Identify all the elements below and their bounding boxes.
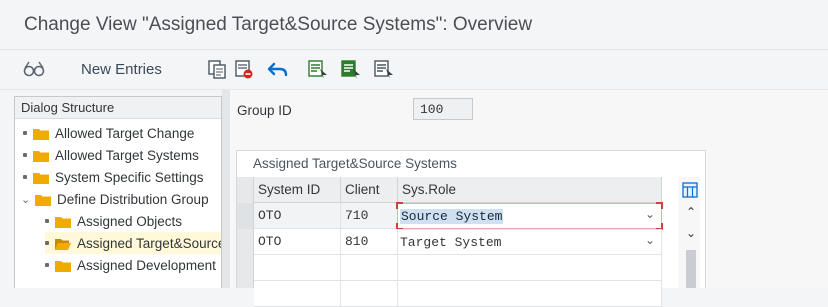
dialog-structure-header: Dialog Structure — [15, 97, 221, 119]
tree-item-define-distribution-group[interactable]: ⌄ Define Distribution Group — [21, 188, 221, 210]
column-header-client[interactable]: Client — [341, 177, 398, 203]
tree-item-label: System Specific Settings — [55, 169, 204, 185]
group-id-label: Group ID — [237, 103, 292, 118]
tree-item-allowed-target-systems[interactable]: Allowed Target Systems — [23, 144, 221, 166]
tree-item-assigned-objects[interactable]: Assigned Objects — [45, 210, 221, 232]
dropdown-value: Source System — [400, 209, 504, 224]
bullet-icon — [45, 219, 49, 223]
chevron-down-icon[interactable]: ⌄ — [645, 233, 655, 247]
cell-system-id[interactable]: OTO — [254, 203, 341, 229]
table-settings-icon[interactable] — [682, 182, 698, 198]
tree-item-label: Assigned Development — [77, 257, 216, 273]
chevron-down-icon[interactable]: ⌄ — [645, 207, 655, 221]
folder-icon — [33, 150, 49, 162]
scroll-down-icon[interactable]: ⌄ — [686, 226, 696, 240]
tree-item-label: Allowed Target Systems — [55, 147, 199, 163]
bullet-icon — [23, 153, 27, 157]
empty-cell[interactable] — [398, 281, 662, 307]
toolbar: New Entries — [0, 49, 828, 89]
sys-role-dropdown[interactable]: Target System ⌄ — [397, 229, 662, 255]
empty-cell[interactable] — [254, 281, 341, 307]
cell-system-id[interactable]: OTO — [254, 229, 341, 255]
empty-cell[interactable] — [254, 255, 341, 281]
select-block-icon[interactable] — [339, 58, 363, 80]
select-all-icon[interactable] — [306, 58, 330, 80]
column-header-system-id[interactable]: System ID — [254, 177, 341, 203]
dialog-structure-panel: Dialog Structure Allowed Target Change A… — [14, 96, 222, 288]
row-selector[interactable] — [237, 229, 254, 255]
empty-cell[interactable] — [398, 255, 662, 281]
tree-item-allowed-target-change[interactable]: Allowed Target Change — [23, 122, 221, 144]
empty-cell[interactable] — [341, 281, 398, 307]
focus-corner — [396, 202, 403, 209]
chevron-down-icon[interactable]: ⌄ — [21, 193, 33, 206]
cell-client[interactable]: 710 — [341, 203, 398, 229]
empty-cell[interactable] — [341, 255, 398, 281]
folder-icon — [55, 260, 71, 272]
scroll-thumb[interactable] — [686, 250, 696, 288]
tree-item-label: Assigned Objects — [77, 213, 183, 229]
dropdown-value: Target System — [400, 235, 502, 250]
tree-item-assigned-target-source-systems[interactable]: Assigned Target&Source Systems — [45, 232, 222, 254]
tree-item-system-specific-settings[interactable]: System Specific Settings — [23, 166, 221, 188]
tree-item-assigned-development[interactable]: Assigned Development — [45, 254, 221, 276]
row-selector[interactable] — [237, 203, 254, 229]
copy-icon[interactable] — [205, 58, 229, 80]
folder-icon — [35, 194, 51, 206]
folder-icon — [33, 128, 49, 140]
group-id-field[interactable]: 100 — [413, 98, 473, 120]
glasses-icon[interactable] — [22, 58, 46, 80]
tree-item-label: Assigned Target&Source Systems — [77, 235, 222, 251]
undo-icon[interactable] — [266, 58, 290, 80]
title-bar: Change View "Assigned Target&Source Syst… — [0, 0, 828, 44]
bullet-icon — [23, 131, 27, 135]
open-folder-icon — [55, 238, 71, 250]
page-title: Change View "Assigned Target&Source Syst… — [24, 14, 533, 35]
bullet-icon — [45, 263, 49, 267]
tree-item-label: Allowed Target Change — [55, 125, 195, 141]
folder-icon — [55, 216, 71, 228]
folder-icon — [33, 172, 49, 184]
sys-role-dropdown[interactable]: Source System ⌄ — [397, 203, 662, 229]
bullet-icon — [45, 241, 49, 245]
new-entries-button[interactable]: New Entries — [81, 61, 162, 78]
deselect-all-icon[interactable] — [372, 58, 396, 80]
cell-client[interactable]: 810 — [341, 229, 398, 255]
column-header-sys-role[interactable]: Sys.Role — [398, 177, 662, 203]
table-title: Assigned Target&Source Systems — [253, 156, 457, 171]
panel-splitter[interactable] — [222, 90, 230, 288]
focus-corner — [656, 202, 663, 209]
tree-item-label: Define Distribution Group — [57, 191, 209, 207]
scroll-up-icon[interactable]: ⌃ — [686, 205, 696, 219]
bullet-icon — [23, 175, 27, 179]
delete-icon[interactable] — [232, 58, 256, 80]
